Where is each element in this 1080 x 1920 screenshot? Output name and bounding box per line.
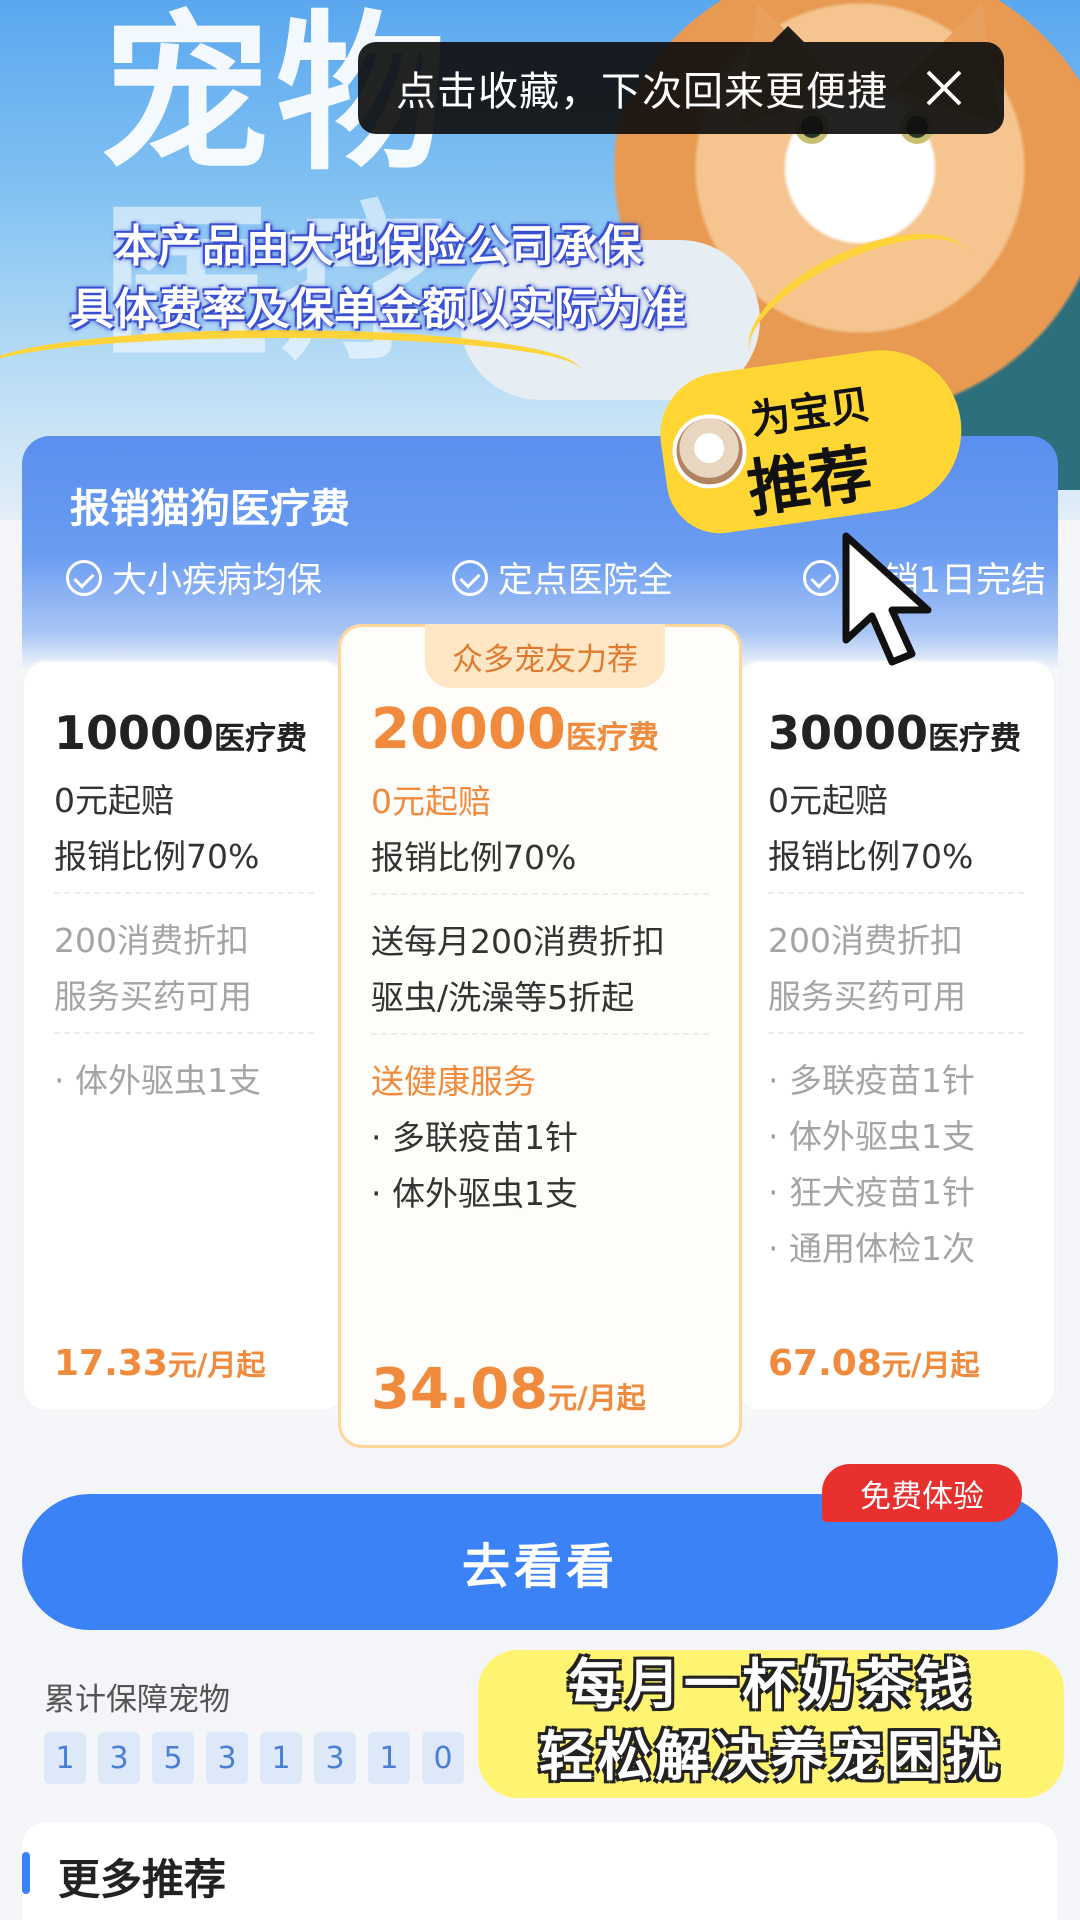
dog-avatar (667, 409, 752, 494)
feature-label: 定点医院全 (497, 561, 673, 601)
plan-deductible: 0元起赔 (768, 781, 888, 820)
plan-amount: 20000医疗费 (371, 697, 659, 762)
plan-card-30000[interactable]: 30000医疗费 0元起赔 报销比例70% 200消费折扣 服务买药可用 · 多… (736, 660, 1056, 1412)
plan-ratio: 报销比例70% (371, 838, 577, 877)
panel-title: 报销猫狗医疗费 (70, 486, 350, 532)
favorite-tooltip: 点击收藏，下次回来更便捷 (358, 42, 1004, 134)
caption-line-2: 轻松解决养宠困扰 (539, 1725, 1003, 1788)
recommended-tag: 众多宠友力荐 (425, 624, 665, 688)
plan-amount: 30000医疗费 (768, 706, 1022, 760)
plan-ratio: 报销比例70% (54, 837, 260, 876)
tooltip-arrow (772, 26, 804, 42)
services-title: 送健康服务 (371, 1062, 536, 1101)
plan-price: 17.33元/月起 (54, 1343, 266, 1384)
plan-deductible: 0元起赔 (54, 781, 174, 820)
disclaimer-line-2: 具体费率及保单金额以实际为准 (70, 284, 686, 335)
more-recommendations-section: 更多推荐 (22, 1822, 1058, 1920)
check-circle-icon (451, 559, 488, 596)
counter-digit: 3 (98, 1732, 140, 1784)
feature-item: 定点医院全 (451, 552, 673, 603)
insured-pets-label: 累计保障宠物 (44, 1682, 230, 1718)
counter-digit: 3 (314, 1732, 356, 1784)
plan-service-item: · 多联疫苗1针 (768, 1061, 975, 1100)
plan-discount: 200消费折扣 (768, 921, 963, 960)
plan-discount-note: 服务买药可用 (54, 977, 252, 1016)
sticker-big-text: 推荐 (743, 436, 877, 526)
plan-card-20000[interactable]: 众多宠友力荐 20000医疗费 0元起赔 报销比例70% 送每月200消费折扣 … (338, 624, 742, 1448)
plan-service-item: · 狂犬疫苗1针 (768, 1173, 975, 1212)
pointer-cursor-icon (842, 532, 932, 666)
divider (371, 893, 709, 895)
counter-digit: 5 (152, 1732, 194, 1784)
plan-service-item: · 体外驱虫1支 (768, 1117, 975, 1156)
caption-line-1: 每月一杯奶茶钱 (568, 1653, 974, 1716)
check-circle-icon (66, 559, 102, 596)
counter-digit: 1 (260, 1732, 302, 1784)
close-icon[interactable] (920, 64, 968, 112)
plan-discount-note: 服务买药可用 (768, 977, 966, 1016)
plan-amount: 10000医疗费 (54, 706, 308, 760)
plan-service-item: · 通用体检1次 (768, 1229, 975, 1268)
plan-deductible: 0元起赔 (371, 782, 491, 821)
insured-pets-counter: 1 3 5 3 1 3 1 0 (44, 1732, 476, 1784)
decor-squiggle (0, 330, 580, 410)
plan-discount: 200消费折扣 (54, 921, 249, 960)
counter-digit: 3 (206, 1732, 248, 1784)
counter-digit: 0 (422, 1732, 464, 1784)
free-trial-badge: 免费体验 (822, 1464, 1022, 1522)
section-title: 更多推荐 (58, 1855, 227, 1904)
feature-label: 大小疾病均保 (112, 561, 323, 601)
plan-card-10000[interactable]: 10000医疗费 0元起赔 报销比例70% 200消费折扣 服务买药可用 · 体… (22, 660, 346, 1412)
feature-item: 大小疾病均保 (66, 552, 322, 603)
section-accent-bar (22, 1852, 30, 1894)
counter-digit: 1 (44, 1732, 86, 1784)
plan-service-item: · 多联疫苗1针 (371, 1118, 578, 1157)
check-circle-icon (802, 559, 839, 596)
plan-ratio: 报销比例70% (768, 837, 974, 876)
plan-price: 34.08元/月起 (371, 1357, 646, 1422)
divider (768, 1032, 1024, 1034)
divider (54, 892, 314, 894)
divider (768, 892, 1024, 894)
divider (371, 1033, 709, 1035)
plan-price: 67.08元/月起 (768, 1343, 980, 1384)
counter-digit: 1 (368, 1732, 410, 1784)
disclaimer-line-1: 本产品由大地保险公司承保 (114, 221, 642, 272)
tooltip-text: 点击收藏，下次回来更便捷 (396, 69, 888, 115)
plan-discount: 送每月200消费折扣 (371, 922, 665, 961)
plan-service-item: · 体外驱虫1支 (371, 1174, 578, 1213)
plan-service-item: · 体外驱虫1支 (54, 1061, 261, 1100)
plan-discount-note: 驱虫/洗澡等5折起 (371, 978, 635, 1017)
divider (54, 1032, 314, 1034)
